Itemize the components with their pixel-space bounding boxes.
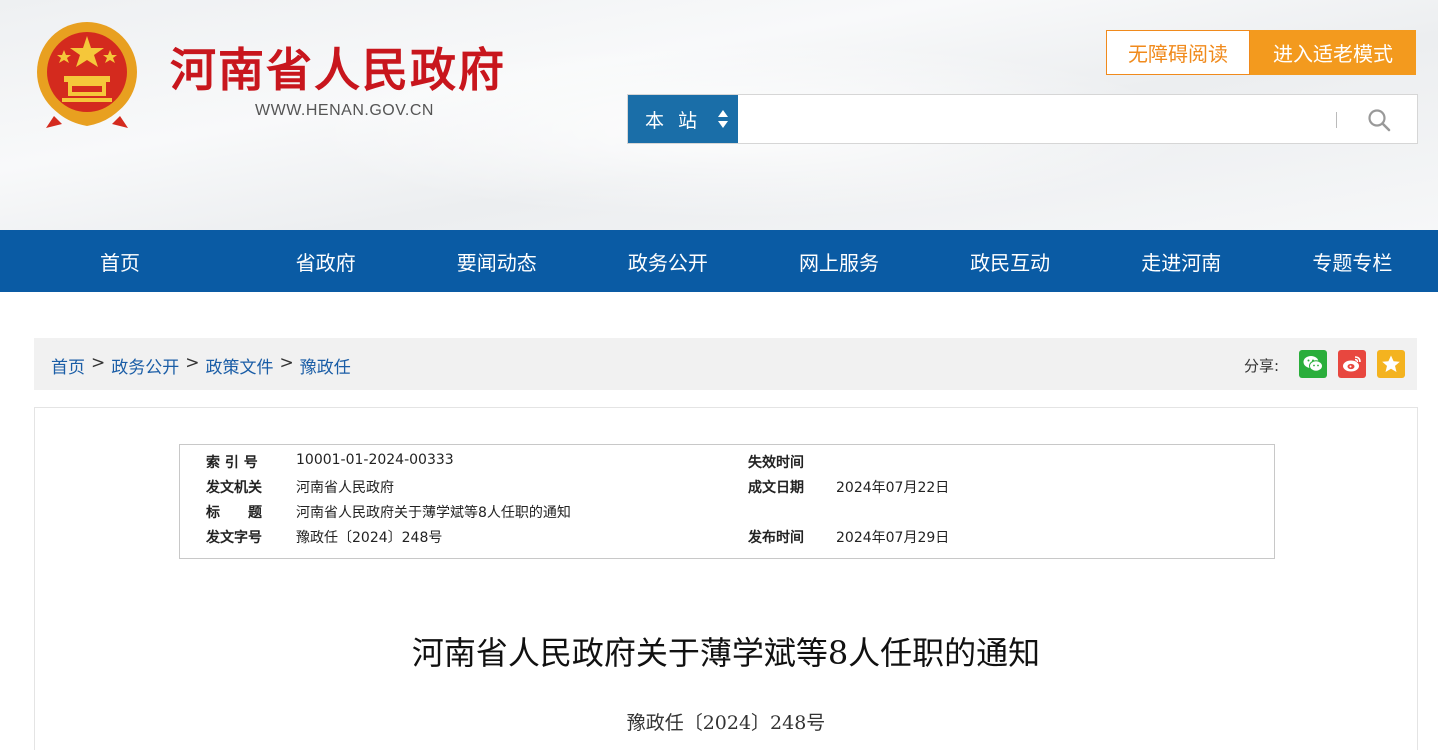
title-label: 标 题 — [206, 505, 262, 521]
national-emblem-icon[interactable] — [34, 20, 140, 130]
issuer-label: 发文机关 — [206, 480, 262, 496]
breadcrumb-gov-affairs[interactable]: 政务公开 — [111, 353, 179, 378]
document-meta-table: 索 引 号 10001-01-2024-00333 失效时间 发文机关 河南省人… — [179, 444, 1275, 559]
published-time-label: 发布时间 — [748, 530, 804, 546]
breadcrumb-policy-docs[interactable]: 政策文件 — [206, 353, 274, 378]
share-label: 分享: — [1244, 357, 1280, 375]
accessible-reading-button[interactable]: 无障碍阅读 — [1106, 30, 1250, 75]
site-header: 河南省人民政府 WWW.HENAN.GOV.CN 无障碍阅读 进入适老模式 本站 — [0, 0, 1438, 230]
sort-updown-icon — [718, 110, 728, 128]
issuer-value: 河南省人民政府 — [296, 480, 394, 496]
search-scope-select[interactable]: 本站 — [628, 95, 738, 143]
search-scope-label: 本站 — [645, 109, 712, 132]
share-wechat-icon[interactable] — [1299, 350, 1327, 378]
meta-row: 标 题 河南省人民政府关于薄学斌等8人任职的通知 — [180, 502, 1274, 527]
elder-mode-button[interactable]: 进入适老模式 — [1250, 30, 1416, 75]
nav-item-interaction[interactable]: 政民互动 — [925, 230, 1096, 292]
created-date-value: 2024年07月22日 — [836, 480, 950, 496]
doc-number-value: 豫政任〔2024〕248号 — [296, 530, 443, 546]
site-url: WWW.HENAN.GOV.CN — [255, 102, 434, 119]
breadcrumb-bar: 首页 > 政务公开 > 政策文件 > 豫政任 分享: — [34, 338, 1417, 390]
nav-item-news[interactable]: 要闻动态 — [411, 230, 582, 292]
nav-item-home[interactable]: 首页 — [0, 230, 240, 292]
index-number-value: 10001-01-2024-00333 — [296, 452, 454, 468]
nav-item-about-henan[interactable]: 走进河南 — [1096, 230, 1267, 292]
expire-time-label: 失效时间 — [748, 455, 804, 471]
search-box: 本站 — [627, 94, 1418, 144]
breadcrumb-separator: > — [185, 353, 200, 373]
index-number-label: 索 引 号 — [206, 455, 258, 471]
breadcrumb-separator: > — [279, 353, 294, 373]
meta-row: 索 引 号 10001-01-2024-00333 失效时间 — [180, 452, 1274, 477]
doc-number-label: 发文字号 — [206, 530, 262, 546]
nav-item-province-gov[interactable]: 省政府 — [240, 230, 411, 292]
created-date-label: 成文日期 — [748, 480, 804, 496]
meta-row: 发文机关 河南省人民政府 成文日期 2024年07月22日 — [180, 477, 1274, 502]
search-icon[interactable] — [1366, 107, 1392, 133]
nav-item-gov-affairs[interactable]: 政务公开 — [582, 230, 753, 292]
document-number: 豫政任〔2024〕248号 — [626, 712, 826, 734]
published-time-value: 2024年07月29日 — [836, 530, 950, 546]
main-nav: 首页 省政府 要闻动态 政务公开 网上服务 政民互动 走进河南 专题专栏 — [0, 230, 1438, 292]
nav-item-special-topics[interactable]: 专题专栏 — [1267, 230, 1438, 292]
article-panel: 索 引 号 10001-01-2024-00333 失效时间 发文机关 河南省人… — [34, 407, 1418, 750]
nav-item-online-services[interactable]: 网上服务 — [753, 230, 924, 292]
share-weibo-icon[interactable] — [1338, 350, 1366, 378]
meta-row: 发文字号 豫政任〔2024〕248号 发布时间 2024年07月29日 — [180, 527, 1274, 552]
breadcrumb-yuzhengren[interactable]: 豫政任 — [300, 353, 351, 378]
breadcrumb-home[interactable]: 首页 — [51, 353, 85, 378]
breadcrumb-separator: > — [91, 353, 106, 373]
site-name[interactable]: 河南省人民政府 — [170, 34, 506, 100]
search-input[interactable] — [738, 95, 1338, 143]
search-divider — [1336, 112, 1337, 128]
title-value: 河南省人民政府关于薄学斌等8人任职的通知 — [296, 505, 571, 521]
share-favorite-icon[interactable] — [1377, 350, 1405, 378]
breadcrumb: 首页 > 政务公开 > 政策文件 > 豫政任 — [51, 353, 351, 378]
document-title: 河南省人民政府关于薄学斌等8人任职的通知 — [411, 634, 1041, 672]
